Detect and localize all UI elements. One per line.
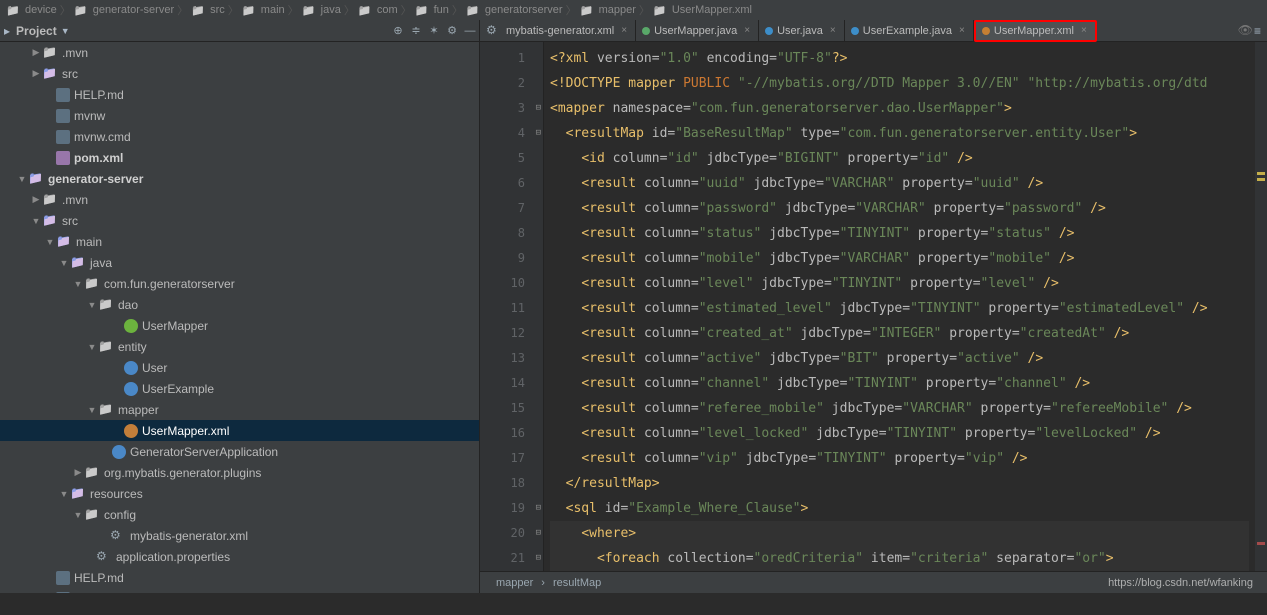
breadcrumb-seg[interactable]: fun: [415, 4, 449, 16]
crumb-mapper[interactable]: mapper: [488, 577, 541, 589]
tree-pom-xml[interactable]: pom.xml: [0, 147, 479, 168]
tree-usermapper-xml[interactable]: UserMapper.xml: [0, 420, 479, 441]
tree-generator-server[interactable]: ▼generator-server: [0, 168, 479, 189]
tree-mvnw[interactable]: mvnw: [0, 105, 479, 126]
tree-org-mybatis-generator-plugins[interactable]: ▶org.mybatis.generator.plugins: [0, 462, 479, 483]
settings-icon[interactable]: ⚙: [443, 24, 461, 37]
tab-usermapper-java[interactable]: UserMapper.java×: [636, 20, 759, 42]
breadcrumb-seg[interactable]: mapper: [580, 4, 636, 16]
close-icon[interactable]: ×: [830, 25, 836, 36]
tree-mybatis-generator-xml[interactable]: mybatis-generator.xml: [0, 525, 479, 546]
error-stripe[interactable]: [1255, 42, 1267, 571]
tree-usermapper[interactable]: UserMapper: [0, 315, 479, 336]
tree-help-md[interactable]: HELP.md: [0, 84, 479, 105]
tab-userexample-java[interactable]: UserExample.java×: [845, 20, 974, 42]
editor-tabs: mybatis-generator.xml×UserMapper.java×Us…: [480, 20, 1267, 42]
inspections-icon[interactable]: 👁: [1238, 23, 1253, 37]
tree--mvn[interactable]: ▶.mvn: [0, 42, 479, 63]
editor-area: mybatis-generator.xml×UserMapper.java×Us…: [480, 20, 1267, 593]
tree-main[interactable]: ▼main: [0, 231, 479, 252]
breadcrumb-top: device〉generator-server〉src〉main〉java〉co…: [0, 0, 1267, 20]
tree-java[interactable]: ▼java: [0, 252, 479, 273]
breadcrumb-bottom[interactable]: mapper › resultMap https://blog.csdn.net…: [480, 571, 1267, 593]
breadcrumb-seg[interactable]: main: [242, 4, 285, 16]
code-area[interactable]: <?xml version="1.0" encoding="UTF-8"?><!…: [544, 42, 1255, 571]
breadcrumb-seg[interactable]: UserMapper.xml: [653, 4, 752, 16]
project-panel: ▸ Project ▼ ⊕ ≑ ✶ ⚙ — ▶.mvn▶srcHELP.mdmv…: [0, 20, 480, 593]
tree-help-md[interactable]: HELP.md: [0, 567, 479, 588]
tree-mapper[interactable]: ▼mapper: [0, 399, 479, 420]
tree-mvnw-cmd[interactable]: mvnw.cmd: [0, 126, 479, 147]
close-icon[interactable]: ×: [959, 25, 965, 36]
tree--mvn[interactable]: ▶.mvn: [0, 189, 479, 210]
close-icon[interactable]: ×: [744, 25, 750, 36]
tree-entity[interactable]: ▼entity: [0, 336, 479, 357]
breadcrumb-seg[interactable]: generator-server: [74, 4, 174, 16]
project-label: Project: [16, 24, 57, 38]
tree-mvnw[interactable]: mvnw: [0, 588, 479, 593]
breadcrumb-seg[interactable]: src: [191, 4, 225, 16]
gutter[interactable]: 12⊟3⊟456789101112131415161718⊟19⊟20⊟21⊟2…: [480, 42, 544, 571]
close-icon[interactable]: ×: [621, 25, 627, 36]
tree-com-fun-generatorserver[interactable]: ▼com.fun.generatorserver: [0, 273, 479, 294]
breadcrumb-seg[interactable]: device: [6, 4, 57, 16]
tree-src[interactable]: ▶src: [0, 63, 479, 84]
tab-list-icon[interactable]: ≡: [1254, 24, 1261, 38]
tree-user[interactable]: User: [0, 357, 479, 378]
project-tree[interactable]: ▶.mvn▶srcHELP.mdmvnwmvnw.cmdpom.xml▼gene…: [0, 42, 479, 593]
breadcrumb-seg[interactable]: generatorserver: [466, 4, 563, 16]
tree-config[interactable]: ▼config: [0, 504, 479, 525]
breadcrumb-seg[interactable]: com: [358, 4, 398, 16]
crumb-resultmap[interactable]: resultMap: [545, 577, 609, 589]
breadcrumb-seg[interactable]: java: [302, 4, 341, 16]
locate-icon[interactable]: ⊕: [389, 24, 407, 37]
hide-icon[interactable]: —: [461, 25, 479, 37]
project-header[interactable]: ▸ Project ▼ ⊕ ≑ ✶ ⚙ —: [0, 20, 479, 42]
tab-mybatis-generator-xml[interactable]: mybatis-generator.xml×: [480, 20, 636, 42]
tree-src[interactable]: ▼src: [0, 210, 479, 231]
tree-userexample[interactable]: UserExample: [0, 378, 479, 399]
tab-user-java[interactable]: User.java×: [759, 20, 845, 42]
tree-dao[interactable]: ▼dao: [0, 294, 479, 315]
expand-icon[interactable]: ≑: [407, 24, 425, 37]
tree-resources[interactable]: ▼resources: [0, 483, 479, 504]
tab-usermapper-xml[interactable]: UserMapper.xml×: [974, 20, 1097, 42]
collapse-icon[interactable]: ✶: [425, 24, 443, 37]
close-icon[interactable]: ×: [1081, 25, 1087, 36]
watermark: https://blog.csdn.net/wfanking: [1108, 577, 1253, 589]
tree-generatorserverapplication[interactable]: GeneratorServerApplication: [0, 441, 479, 462]
tree-application-properties[interactable]: application.properties: [0, 546, 479, 567]
